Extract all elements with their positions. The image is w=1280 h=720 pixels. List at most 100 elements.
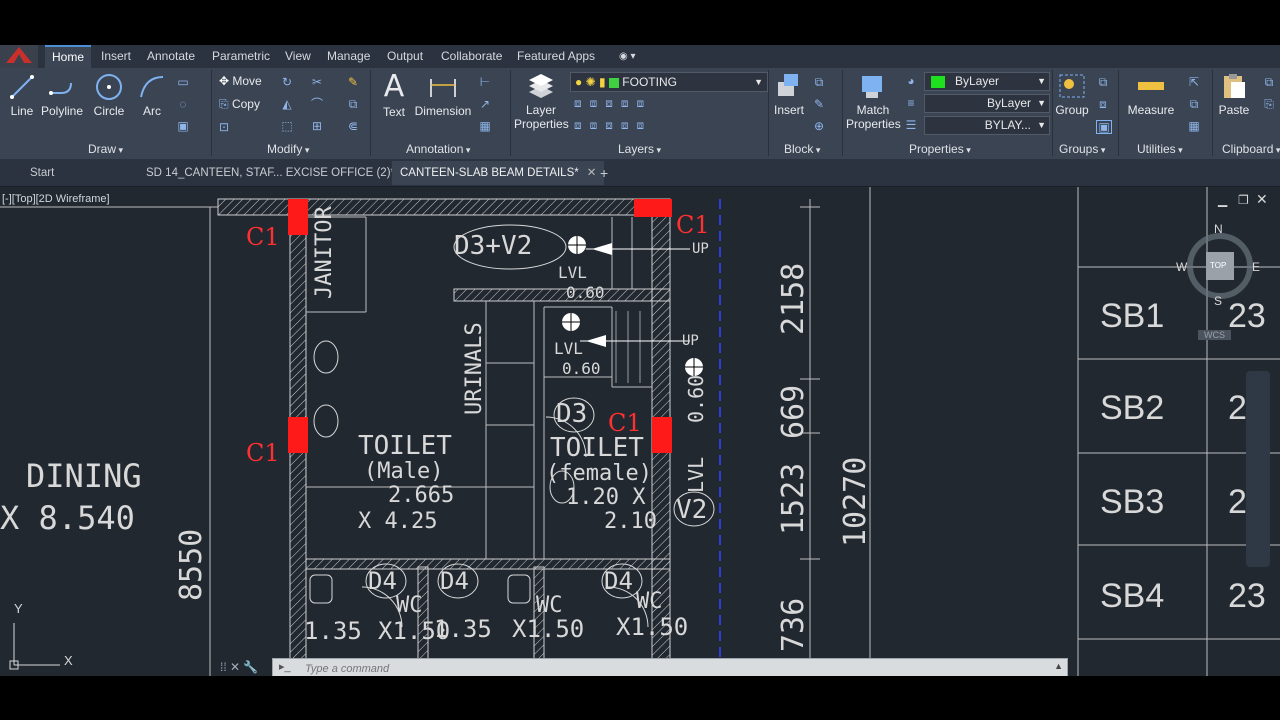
new-tab-button[interactable]: + xyxy=(592,161,616,185)
toilet-male-width: 2.665 xyxy=(388,483,455,508)
tab-annotate[interactable]: Annotate xyxy=(140,45,202,68)
chevron-down-icon: ▼ xyxy=(1037,98,1046,108)
tab-output[interactable]: Output xyxy=(380,45,430,68)
edit-block-icon[interactable]: ✎ xyxy=(812,98,826,110)
circle-button[interactable]: Circle xyxy=(92,73,126,118)
offset-icon[interactable]: ⋐ xyxy=(346,120,360,132)
rotate-icon[interactable]: ↻ xyxy=(280,76,294,88)
layer-properties-button[interactable]: Layer Properties xyxy=(514,72,569,131)
quick-select-icon[interactable]: ⇱ xyxy=(1187,76,1201,88)
hatch-icon[interactable]: ◌ xyxy=(176,98,190,110)
rectangle-icon[interactable]: ▭ xyxy=(176,76,190,88)
viewport-controls[interactable]: [-][Top][2D Wireframe] xyxy=(2,193,110,205)
cut-icon[interactable]: ⧉ xyxy=(1262,76,1276,88)
group-icon xyxy=(1059,74,1085,98)
boundary-icon[interactable]: ▣ xyxy=(176,120,190,132)
insert-block-button[interactable]: Insert xyxy=(772,72,806,117)
file-tab-canteen-slab[interactable]: CANTEEN-SLAB BEAM DETAILS* ✕ xyxy=(392,161,605,185)
measure-label: Measure xyxy=(1127,103,1175,117)
dimension-button[interactable]: Dimension xyxy=(414,73,472,118)
navigation-bar[interactable] xyxy=(1246,371,1270,567)
erase-icon[interactable]: ✎ xyxy=(346,76,360,88)
match-properties-icon xyxy=(862,76,882,98)
copy-clip-icon[interactable]: ⎘ xyxy=(1262,98,1276,110)
ungroup-icon[interactable]: ⧉ xyxy=(1096,76,1110,88)
line-button[interactable]: Line xyxy=(6,73,38,118)
layer-tools-row-2[interactable]: ⧈⧈⧈⧈⧈ xyxy=(574,118,652,133)
start-tab[interactable]: Start xyxy=(22,161,62,185)
group-select-icon[interactable]: ▣ xyxy=(1096,120,1112,134)
block-attribute-icon[interactable]: ⊕ xyxy=(812,120,826,132)
draw-panel-title[interactable]: Draw xyxy=(88,140,123,158)
command-line-handle[interactable]: ⁞⁞ ✕ 🔧 xyxy=(220,660,272,676)
move-button[interactable]: ✥ Move xyxy=(219,74,262,88)
explode-icon[interactable]: ⧉ xyxy=(346,98,360,110)
groups-panel-title[interactable]: Groups xyxy=(1059,140,1105,158)
viewport-close-icon[interactable]: ✕ xyxy=(1256,191,1268,208)
compass-south[interactable]: S xyxy=(1214,294,1222,308)
leader-icon[interactable]: ↗ xyxy=(478,98,492,110)
tab-featured-apps[interactable]: Featured Apps xyxy=(510,45,602,68)
compass-west[interactable]: W xyxy=(1176,260,1187,274)
array-icon[interactable]: ⊞ xyxy=(310,120,324,132)
linetype-dropdown[interactable]: ByLayer ▼ xyxy=(924,94,1050,113)
ruler-icon xyxy=(1138,82,1164,90)
tab-collaborate[interactable]: Collaborate xyxy=(434,45,509,68)
chevron-up-icon[interactable]: ▲ xyxy=(1054,661,1063,671)
layer-tools-row-1[interactable]: ⧈⧈⧈⧈⧈ xyxy=(574,96,652,111)
clipboard-panel-title[interactable]: Clipboard xyxy=(1222,140,1280,158)
drawing-canvas[interactable]: [-][Top][2D Wireframe] C1 C1 C1 C1 D3+V2… xyxy=(0,187,1280,676)
group-button[interactable]: Group xyxy=(1055,72,1089,117)
tab-home[interactable]: Home xyxy=(45,45,92,70)
group-edit-icon[interactable]: ⧈ xyxy=(1096,98,1110,110)
tab-view[interactable]: View xyxy=(278,45,318,68)
calculator-icon[interactable]: ▦ xyxy=(1187,120,1201,132)
polyline-button[interactable]: Polyline xyxy=(40,73,84,118)
properties-panel-title[interactable]: Properties xyxy=(909,140,971,158)
scale-icon[interactable]: ⬚ xyxy=(280,120,294,132)
stretch-icon[interactable]: ⊡ xyxy=(219,120,229,134)
paste-button[interactable]: Paste xyxy=(1216,72,1252,117)
select-all-icon[interactable]: ⧉ xyxy=(1187,98,1201,110)
color-wheel-icon[interactable]: ◕ xyxy=(904,75,918,87)
create-block-icon[interactable]: ⧉ xyxy=(812,76,826,88)
block-panel-title[interactable]: Block xyxy=(784,140,820,158)
utilities-panel-title[interactable]: Utilities xyxy=(1137,140,1183,158)
panel-divider xyxy=(510,70,511,156)
arc-button[interactable]: Arc xyxy=(136,73,168,118)
tab-parametric[interactable]: Parametric xyxy=(205,45,277,68)
mirror-icon[interactable]: ◭ xyxy=(280,98,294,110)
compass-north[interactable]: N xyxy=(1214,222,1223,236)
fillet-icon[interactable]: ⌒ xyxy=(310,98,324,110)
modify-panel-title[interactable]: Modify xyxy=(267,140,309,158)
viewcube[interactable]: N S E W TOP WCS xyxy=(1176,222,1260,340)
tab-insert[interactable]: Insert xyxy=(94,45,138,68)
color-dropdown[interactable]: ByLayer ▼ xyxy=(924,72,1050,91)
circle-icon xyxy=(96,74,122,100)
file-tab-excise-office[interactable]: SD 14_CANTEEN, STAF... EXCISE OFFICE (2)… xyxy=(138,161,421,185)
text-button[interactable]: A Text xyxy=(378,72,410,120)
wcs-menu[interactable]: WCS xyxy=(1198,330,1231,340)
linetype-icon[interactable]: ≡ xyxy=(904,97,918,109)
viewcube-top-face[interactable]: TOP xyxy=(1210,261,1226,270)
layer-dropdown[interactable]: ● ✺ ▮ FOOTING ▼ xyxy=(570,72,768,92)
application-menu-button[interactable] xyxy=(0,45,38,68)
copy-button[interactable]: ⎘ Copy xyxy=(219,97,260,112)
viewport-restore-icon[interactable]: ❐ xyxy=(1238,193,1249,207)
layers-panel-title[interactable]: Layers xyxy=(618,140,661,158)
level-label: LVL xyxy=(554,339,583,358)
measure-button[interactable]: Measure xyxy=(1124,72,1178,117)
lineweight-dropdown[interactable]: BYLAY... ▼ xyxy=(924,116,1050,135)
trim-icon[interactable]: ✂ xyxy=(310,76,324,88)
table-icon[interactable]: ▦ xyxy=(478,120,492,132)
ribbon-toggle-icon[interactable]: ◉ ▾ xyxy=(612,45,643,68)
annotation-panel-title[interactable]: Annotation xyxy=(406,140,470,158)
lineweight-icon[interactable]: ☰ xyxy=(904,119,918,131)
wc-label: WC xyxy=(636,589,663,614)
compass-east[interactable]: E xyxy=(1252,260,1260,274)
tab-manage[interactable]: Manage xyxy=(320,45,377,68)
linear-dim-icon[interactable]: ⊢ xyxy=(478,76,492,88)
door-tag: D3 xyxy=(556,399,588,429)
match-properties-button[interactable]: Match Properties xyxy=(846,72,901,131)
viewport-minimize-icon[interactable]: ▁ xyxy=(1218,193,1227,207)
